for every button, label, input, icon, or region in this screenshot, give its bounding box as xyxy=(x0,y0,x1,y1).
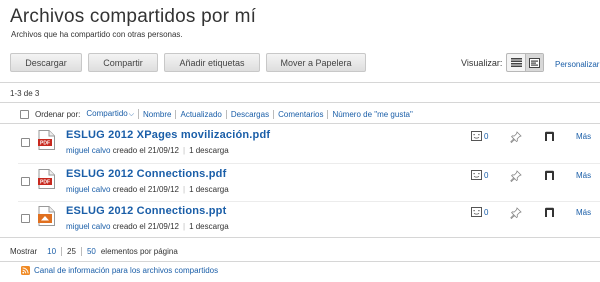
customize-link[interactable]: Personalizar xyxy=(555,60,599,69)
divider xyxy=(18,163,600,164)
created-date: creado el 21/09/12 xyxy=(112,185,179,194)
file-meta: miguel calvo creado el 21/09/12 | 1 descar… xyxy=(66,146,229,155)
page-size-50[interactable]: 50 xyxy=(82,247,101,256)
download-button[interactable]: Descargar xyxy=(10,53,82,72)
page-size-label: Mostrar xyxy=(10,247,38,256)
action-toolbar: Descargar Compartir Añadir etiquetas Mov… xyxy=(10,53,366,72)
divider xyxy=(0,102,600,103)
download-count: 1 descarga xyxy=(189,222,229,231)
comment-icon xyxy=(471,207,482,217)
owner-link[interactable]: miguel calvo xyxy=(66,146,110,155)
comments-link[interactable]: 0 xyxy=(471,170,488,180)
list-view-button[interactable] xyxy=(507,54,525,71)
page-size-suffix: elementos por página xyxy=(100,247,178,256)
sort-by-comments[interactable]: Comentarios xyxy=(274,109,329,119)
page-subtitle: Archivos que ha compartido con otras per… xyxy=(11,30,183,39)
more-link[interactable]: Más xyxy=(576,171,591,180)
list-view-icon xyxy=(510,58,522,67)
file-meta: miguel calvo creado el 21/09/12 | 1 descar… xyxy=(66,222,229,231)
created-date: creado el 21/09/12 xyxy=(112,222,179,231)
file-name-link[interactable]: ESLUG 2012 XPages movilización.pdf xyxy=(66,129,270,141)
chevron-down-icon: ⌵ xyxy=(128,111,135,118)
sort-by-shared[interactable]: Compartido⌵ xyxy=(86,109,140,119)
sort-by-updated[interactable]: Actualizado xyxy=(176,109,227,119)
details-view-button[interactable] xyxy=(525,54,543,71)
divider xyxy=(0,123,600,124)
file-name-link[interactable]: ESLUG 2012 Connections.ppt xyxy=(66,205,226,217)
sort-label: Ordenar por: xyxy=(35,109,81,119)
pin-icon[interactable] xyxy=(510,170,522,182)
ppt-file-icon xyxy=(38,206,55,226)
owner-link[interactable]: miguel calvo xyxy=(66,222,110,231)
comments-link[interactable]: 0 xyxy=(471,131,488,141)
pin-icon[interactable] xyxy=(510,131,522,143)
library-icon[interactable] xyxy=(544,131,555,142)
file-row: PDF ESLUG 2012 XPages movilización.pdf m… xyxy=(0,128,600,164)
file-meta: miguel calvo creado el 21/09/12 | 1 descar… xyxy=(66,185,229,194)
page-title: Archivos compartidos por mí xyxy=(10,6,257,27)
svg-text:PDF: PDF xyxy=(40,141,50,147)
divider xyxy=(0,82,600,83)
sort-by-name[interactable]: Nombre xyxy=(139,109,177,119)
comment-count: 0 xyxy=(484,131,489,141)
move-to-trash-button[interactable]: Mover a Papelera xyxy=(266,53,366,72)
page-size-25: 25 xyxy=(62,247,82,256)
view-mode-toggle xyxy=(506,53,544,72)
comment-count: 0 xyxy=(484,170,489,180)
library-icon[interactable] xyxy=(544,207,555,218)
file-row: ESLUG 2012 Connections.ppt miguel calvo … xyxy=(0,204,600,240)
created-date: creado el 21/09/12 xyxy=(112,146,179,155)
sort-by-downloads[interactable]: Descargas xyxy=(227,109,275,119)
file-checkbox[interactable] xyxy=(21,138,30,147)
library-icon[interactable] xyxy=(544,170,555,181)
divider xyxy=(0,261,600,262)
file-name-link[interactable]: ESLUG 2012 Connections.pdf xyxy=(66,168,226,180)
results-count: 1-3 de 3 xyxy=(10,89,40,98)
feed-link[interactable]: Canal de información para los archivos c… xyxy=(21,266,218,275)
svg-text:PDF: PDF xyxy=(40,180,50,186)
file-row: PDF ESLUG 2012 Connections.pdf miguel ca… xyxy=(0,167,600,203)
pin-icon[interactable] xyxy=(510,207,522,219)
page-size-10[interactable]: 10 xyxy=(42,247,63,256)
sort-by-likes[interactable]: Número de "me gusta" xyxy=(328,110,416,119)
file-checkbox[interactable] xyxy=(21,214,30,223)
download-count: 1 descarga xyxy=(189,185,229,194)
add-tags-button[interactable]: Añadir etiquetas xyxy=(164,53,260,72)
rss-feed-icon xyxy=(21,266,30,275)
share-button[interactable]: Compartir xyxy=(88,53,158,72)
sort-bar: Ordenar por: Compartido⌵ Nombre Actualiz… xyxy=(20,109,417,119)
download-count: 1 descarga xyxy=(189,146,229,155)
comment-icon xyxy=(471,170,482,180)
pdf-file-icon: PDF xyxy=(38,130,55,150)
divider xyxy=(18,201,600,202)
comment-icon xyxy=(471,131,482,141)
comment-count: 0 xyxy=(484,207,489,217)
select-all-checkbox[interactable] xyxy=(20,109,29,119)
pdf-file-icon: PDF xyxy=(38,169,55,189)
comments-link[interactable]: 0 xyxy=(471,207,488,217)
pagination: Mostrar 10 25 50 elementos por página xyxy=(10,247,178,256)
file-checkbox[interactable] xyxy=(21,177,30,186)
details-view-icon xyxy=(529,57,540,68)
view-label: Visualizar: xyxy=(461,58,503,68)
more-link[interactable]: Más xyxy=(576,132,591,141)
divider xyxy=(0,237,600,238)
owner-link[interactable]: miguel calvo xyxy=(66,185,110,194)
more-link[interactable]: Más xyxy=(576,208,591,217)
